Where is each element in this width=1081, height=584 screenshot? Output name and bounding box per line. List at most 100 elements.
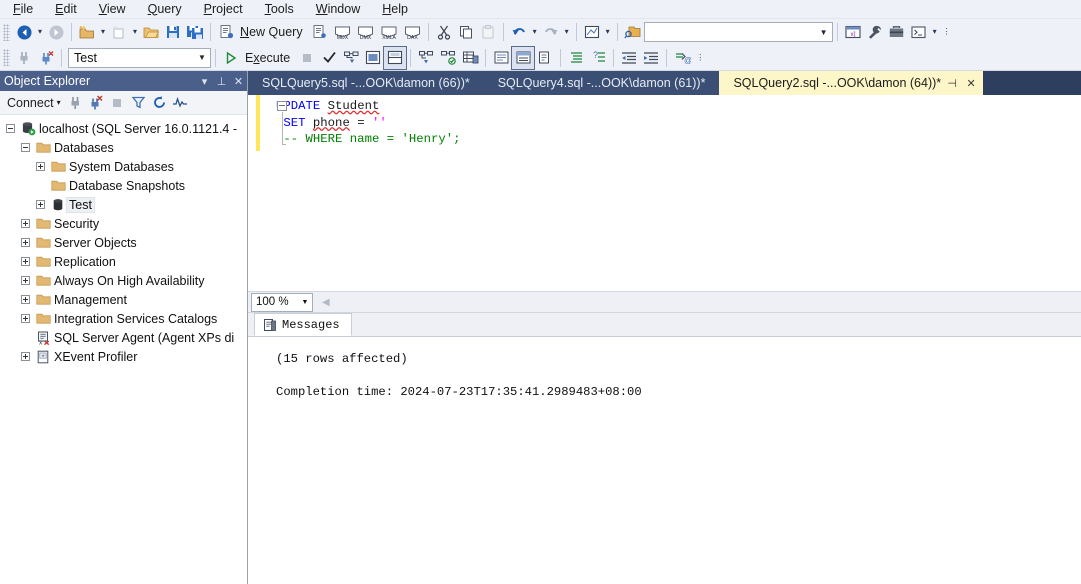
tree-node[interactable]: Management	[0, 290, 247, 309]
navigate-back-button[interactable]	[13, 21, 35, 43]
stop-button[interactable]	[296, 47, 318, 69]
menu-query[interactable]: Query	[137, 1, 193, 18]
execute-label[interactable]: Execute	[242, 51, 296, 65]
tree-node[interactable]: Integration Services Catalogs	[0, 309, 247, 328]
show-diagram-icon[interactable]	[581, 21, 603, 43]
results-to-grid-button[interactable]	[459, 47, 481, 69]
tab-close-icon[interactable]: ✕	[963, 74, 979, 92]
database-combobox[interactable]: Test ▼	[68, 47, 211, 68]
find-in-files-icon[interactable]	[622, 21, 644, 43]
activity-monitor-icon[interactable]	[170, 93, 191, 113]
tree-node[interactable]: localhost (SQL Server 16.0.1121.4 -	[0, 119, 247, 138]
toolbox-icon[interactable]	[886, 21, 908, 43]
expand-toggle-icon[interactable]	[19, 217, 32, 230]
execute-button[interactable]	[220, 47, 242, 69]
tree-node[interactable]: Security	[0, 214, 247, 233]
redo-icon[interactable]	[540, 21, 562, 43]
navigate-back-caret[interactable]: ▾	[35, 21, 45, 43]
expand-toggle-icon[interactable]	[34, 198, 47, 211]
tree-node[interactable]: Replication	[0, 252, 247, 271]
open-file-icon[interactable]	[140, 21, 162, 43]
undo-caret[interactable]: ▾	[530, 21, 540, 43]
save-icon[interactable]	[162, 21, 184, 43]
menu-edit[interactable]: Edit	[44, 1, 88, 18]
tree-node[interactable]: x SQL Server Agent (Agent XPs di	[0, 328, 247, 347]
new-project-caret[interactable]: ▾	[98, 21, 108, 43]
document-tab[interactable]: SQLQuery5.sql -...OOK\damon (66))*	[248, 71, 484, 95]
menu-tools[interactable]: Tools	[254, 1, 305, 18]
find-combobox[interactable]: ▼	[643, 22, 833, 42]
toolbar-grip[interactable]	[3, 49, 10, 66]
tree-node[interactable]: XEvent Profiler	[0, 347, 247, 366]
tree-node[interactable]: Test	[0, 195, 247, 214]
new-query-button[interactable]	[215, 21, 237, 43]
connect-icon[interactable]	[13, 47, 35, 69]
tab-pin-icon[interactable]: ⊣	[944, 74, 960, 92]
results-to-text-button[interactable]	[490, 47, 512, 69]
refresh-icon[interactable]	[149, 93, 170, 113]
tree-node[interactable]: Server Objects	[0, 233, 247, 252]
new-mdx-query-icon[interactable]: MDX	[331, 21, 354, 43]
comment-lines-button[interactable]	[565, 47, 587, 69]
disconnect-plug-icon[interactable]	[86, 93, 107, 113]
new-dax-query-icon[interactable]: DAX	[401, 21, 424, 43]
paste-icon[interactable]	[477, 21, 499, 43]
database-value[interactable]: Test	[74, 51, 194, 65]
tree-node[interactable]: Always On High Availability	[0, 271, 247, 290]
document-tab[interactable]: SQLQuery4.sql -...OOK\damon (61))*	[483, 71, 720, 95]
expand-toggle-icon[interactable]	[34, 160, 47, 173]
connect-plug-icon[interactable]	[65, 93, 86, 113]
new-dmx-query-icon[interactable]: DMX	[354, 21, 377, 43]
include-actual-plan-button[interactable]	[383, 45, 408, 70]
messages-output[interactable]: (15 rows affected) Completion time: 2024…	[248, 337, 1081, 567]
include-client-stats-button[interactable]	[437, 47, 459, 69]
menu-project[interactable]: Project	[193, 1, 254, 18]
chevron-down-icon[interactable]: ▾	[196, 72, 213, 90]
expand-toggle-icon[interactable]	[19, 350, 32, 363]
increase-indent-button[interactable]	[640, 47, 662, 69]
toolbar-overflow-button[interactable]: ⋮	[940, 21, 954, 43]
decrease-indent-button[interactable]	[618, 47, 640, 69]
pin-icon[interactable]: ⊥	[213, 72, 230, 90]
stop-icon[interactable]	[107, 93, 128, 113]
find-dropdown-arrow[interactable]: ▼	[816, 28, 832, 37]
expand-toggle-icon[interactable]	[19, 312, 32, 325]
new-item-caret[interactable]: ▾	[130, 21, 140, 43]
copy-icon[interactable]	[455, 21, 477, 43]
collapse-toggle-icon[interactable]	[4, 122, 17, 135]
tree-node[interactable]: Database Snapshots	[0, 176, 247, 195]
toolbar-grip[interactable]	[3, 23, 10, 41]
disconnect-icon[interactable]	[35, 47, 57, 69]
include-live-stats-button[interactable]	[415, 47, 437, 69]
collapse-region-icon[interactable]	[277, 101, 287, 111]
new-item-icon[interactable]	[108, 21, 130, 43]
menu-help[interactable]: Help	[371, 1, 419, 18]
expand-toggle-icon[interactable]	[19, 236, 32, 249]
sql-code[interactable]: UPDATE Student SET phone = '' -- WHERE n…	[276, 95, 1081, 291]
new-query-current-connection-icon[interactable]	[309, 21, 331, 43]
expand-toggle-icon[interactable]	[19, 255, 32, 268]
show-diagram-caret[interactable]: ▾	[603, 21, 613, 43]
powershell-caret[interactable]: ▾	[930, 21, 940, 43]
expand-toggle-icon[interactable]	[19, 274, 32, 287]
undo-icon[interactable]	[508, 21, 530, 43]
sql-editor[interactable]: UPDATE Student SET phone = '' -- WHERE n…	[248, 95, 1081, 292]
results-to-report-button[interactable]	[534, 47, 556, 69]
specify-values-template-button[interactable]: @	[671, 47, 693, 69]
display-estimated-plan-button[interactable]	[340, 47, 362, 69]
save-all-icon[interactable]	[184, 21, 206, 43]
new-project-icon[interactable]	[76, 21, 98, 43]
cut-icon[interactable]	[433, 21, 455, 43]
connect-button[interactable]: Connect ▾	[3, 95, 65, 111]
tree-node[interactable]: Databases	[0, 138, 247, 157]
menu-file[interactable]: File	[2, 1, 44, 18]
redo-caret[interactable]: ▾	[562, 21, 572, 43]
toolbar-overflow-button[interactable]: ⋮	[693, 47, 707, 69]
object-explorer-window-icon[interactable]: x]	[842, 21, 864, 43]
menu-view[interactable]: View	[88, 1, 137, 18]
new-xmla-query-icon[interactable]: XMLA	[377, 21, 401, 43]
connect-dropdown-arrow[interactable]: ▾	[57, 98, 61, 107]
zoom-dropdown-arrow[interactable]: ▼	[298, 299, 312, 306]
menu-window[interactable]: Window	[305, 1, 371, 18]
powershell-icon[interactable]	[908, 21, 930, 43]
